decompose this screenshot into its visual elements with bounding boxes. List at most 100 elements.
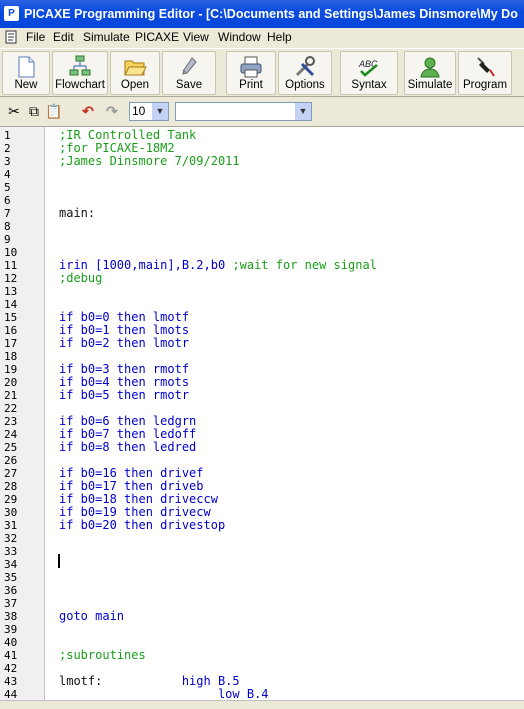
code-token: if b0=4 then rmots: [59, 375, 190, 389]
line-number: 15: [4, 311, 18, 324]
code-token: if b0=6 then ledgrn: [59, 414, 197, 428]
code-token: ;James Dinsmore 7/09/2011: [59, 154, 240, 168]
line-number: 29: [4, 493, 18, 506]
new-document-icon: [18, 56, 35, 78]
line-number: 2: [4, 142, 11, 155]
menu-view[interactable]: View: [181, 28, 211, 47]
paste-icon[interactable]: 📋: [44, 101, 64, 121]
tools-icon: [295, 56, 315, 77]
line-number: 20: [4, 376, 18, 389]
code-line[interactable]: if b0=8 then ledred: [59, 441, 196, 454]
font-name-select[interactable]: ▼: [175, 102, 312, 121]
flowchart-icon: [69, 55, 91, 76]
chevron-down-icon[interactable]: ▼: [295, 103, 311, 120]
new-button[interactable]: New: [2, 51, 50, 95]
program-button[interactable]: Program: [458, 51, 512, 95]
code-token: if b0=2 then lmotr: [59, 336, 190, 350]
code-line[interactable]: if b0=2 then lmotr: [59, 337, 189, 350]
code-line[interactable]: ;debug: [59, 272, 102, 285]
menu-edit[interactable]: Edit: [51, 28, 76, 47]
menu-window[interactable]: Window: [216, 28, 263, 47]
line-number: 24: [4, 428, 18, 441]
copy-icon[interactable]: ⧉: [24, 101, 44, 121]
code-line[interactable]: if b0=5 then rmotr: [59, 389, 189, 402]
code-token: ;for PICAXE-18M2: [59, 141, 175, 155]
code-token: ;debug: [59, 271, 103, 285]
undo-icon[interactable]: ↶: [78, 101, 98, 121]
line-number: 7: [4, 207, 11, 220]
menu-simulate[interactable]: Simulate: [81, 28, 132, 47]
printer-icon: [240, 56, 262, 78]
simulate-icon: [420, 57, 440, 78]
line-number: 31: [4, 519, 18, 532]
save-button[interactable]: Save: [162, 51, 216, 95]
code-token: if b0=19 then drivecw: [59, 505, 211, 519]
code-token: if b0=18 then driveccw: [59, 492, 218, 506]
font-size-select[interactable]: 10 ▼: [129, 102, 169, 121]
line-number: 27: [4, 467, 18, 480]
code-token: goto main: [59, 609, 125, 623]
code-line[interactable]: goto main: [59, 610, 124, 623]
line-number: 16: [4, 324, 18, 337]
line-number: 39: [4, 623, 18, 636]
line-number: 36: [4, 584, 18, 597]
code-token: if b0=17 then driveb: [59, 479, 204, 493]
open-folder-icon: [124, 60, 147, 76]
menu-help[interactable]: Help: [265, 28, 294, 47]
print-button[interactable]: Print: [226, 51, 276, 95]
code-token: if b0=5 then rmotr: [59, 388, 190, 402]
menu-picaxe[interactable]: PICAXE: [133, 28, 181, 47]
line-number: 32: [4, 532, 18, 545]
code-token: low B.4: [59, 687, 269, 701]
line-number: 35: [4, 571, 18, 584]
code-token: if b0=20 then drivestop: [59, 518, 226, 532]
code-line[interactable]: irin [1000,main],B.2,b0 ;wait for new si…: [59, 259, 377, 272]
code-editor[interactable]: 1 ;IR Controlled Tank 2 ;for PICAXE-18M2 3 ;J…: [0, 127, 524, 708]
line-number: 8: [4, 220, 11, 233]
code-token: if b0=1 then lmots: [59, 323, 190, 337]
text-cursor: [58, 554, 60, 568]
document-window-icon[interactable]: [4, 30, 18, 44]
line-number: 43: [4, 675, 18, 688]
syntax-check-icon: ABC: [358, 59, 378, 77]
open-button[interactable]: Open: [110, 51, 160, 95]
redo-icon[interactable]: ↷: [102, 101, 122, 121]
menu-bar: File Edit Simulate PICAXE View Window He…: [0, 28, 524, 47]
line-number: 42: [4, 662, 18, 675]
line-number: 4: [4, 168, 11, 181]
code-token: main:: [59, 206, 96, 220]
code-line[interactable]: ;subroutines: [59, 649, 146, 662]
code-line[interactable]: if b0=20 then drivestop: [59, 519, 225, 532]
code-token: high B.5: [102, 674, 240, 688]
code-token: ;subroutines: [59, 648, 146, 662]
code-token: if b0=7 then ledoff: [59, 427, 197, 441]
code-token: if b0=16 then drivef: [59, 466, 204, 480]
menu-file[interactable]: File: [24, 28, 47, 47]
cut-icon[interactable]: ✂: [4, 101, 24, 121]
code-token: [1000,main],B.2,b0: [87, 258, 233, 272]
syntax-button[interactable]: ABC Syntax: [340, 51, 398, 95]
program-icon: [477, 57, 495, 77]
code-token: ;IR Controlled Tank: [59, 128, 197, 142]
line-number: 34: [4, 558, 18, 571]
code-line[interactable]: main:: [59, 207, 95, 220]
code-line[interactable]: ;James Dinsmore 7/09/2011: [59, 155, 240, 168]
title-bar: P PICAXE Programming Editor - [C:\Docume…: [0, 0, 524, 28]
line-number: 26: [4, 454, 18, 467]
flowchart-button[interactable]: Flowchart: [52, 51, 108, 95]
save-icon: [182, 57, 197, 75]
line-number: 6: [4, 194, 11, 207]
code-token: lmotf:: [59, 674, 103, 688]
main-toolbar: New Flowchart Open Save Print Options AB…: [0, 48, 524, 97]
line-number: 3: [4, 155, 11, 168]
line-number: 25: [4, 441, 18, 454]
chevron-down-icon[interactable]: ▼: [152, 103, 168, 120]
options-button[interactable]: Options: [278, 51, 332, 95]
line-number: 23: [4, 415, 18, 428]
app-icon: P: [4, 6, 19, 21]
simulate-button[interactable]: Simulate: [404, 51, 456, 95]
code-token: if b0=3 then rmotf: [59, 362, 190, 376]
line-number: 1: [4, 129, 11, 142]
line-number: 11: [4, 259, 18, 272]
line-number: 40: [4, 636, 18, 649]
